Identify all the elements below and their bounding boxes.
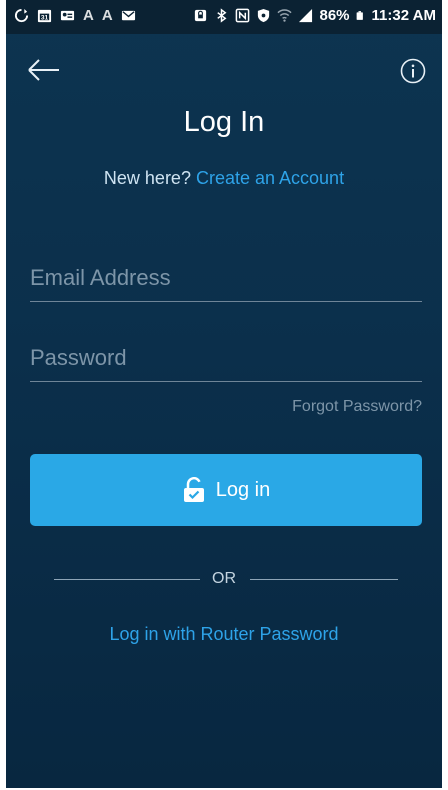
battery-icon xyxy=(356,11,363,20)
back-button[interactable] xyxy=(26,56,62,84)
mail-icon xyxy=(121,10,135,21)
status-letter-a: A xyxy=(83,7,94,24)
status-time: 11:32 AM xyxy=(371,7,436,24)
status-bar-right: 86% 11:32 AM xyxy=(193,7,436,24)
status-bar-left: 31 A A xyxy=(14,7,136,24)
email-field-wrapper xyxy=(30,258,422,302)
signup-prompt-text: New here? xyxy=(103,168,191,188)
password-underline xyxy=(30,381,422,382)
login-button[interactable]: Log in xyxy=(30,454,422,526)
calendar-icon: 31 xyxy=(37,9,52,23)
create-account-link[interactable]: Create an Account xyxy=(196,168,344,188)
divider-line-right xyxy=(250,579,398,580)
signal-icon xyxy=(299,8,313,23)
arrow-left-icon xyxy=(28,59,59,81)
lock-icon xyxy=(195,9,207,22)
info-button[interactable] xyxy=(400,58,426,84)
nfc-icon xyxy=(236,8,250,23)
router-password-login-link[interactable]: Log in with Router Password xyxy=(6,624,442,645)
password-field-wrapper xyxy=(30,338,422,382)
email-field[interactable] xyxy=(30,258,422,298)
app-screen: 31 A A 86% 11:32 AM Log In New here? Cre… xyxy=(6,0,442,788)
page-title: Log In xyxy=(183,106,265,138)
battery-percent: 86% xyxy=(319,7,350,24)
status-bar: 31 A A 86% 11:32 AM xyxy=(6,0,442,34)
wifi-icon xyxy=(277,9,293,22)
shield-icon xyxy=(258,8,270,23)
sync-icon xyxy=(14,8,29,23)
info-icon xyxy=(400,58,426,84)
or-divider: OR xyxy=(6,570,442,590)
forgot-password-link[interactable]: Forgot Password? xyxy=(292,398,422,416)
email-underline xyxy=(30,301,422,302)
login-button-label: Log in xyxy=(215,478,271,501)
bluetooth-icon xyxy=(217,8,227,23)
signup-prompt: New here? Create an Account xyxy=(6,168,442,189)
status-letter-a: A xyxy=(101,7,113,24)
password-field[interactable] xyxy=(30,338,422,378)
unlock-icon xyxy=(183,477,204,502)
contact-card-icon xyxy=(60,10,75,21)
svg-text:31: 31 xyxy=(41,15,49,22)
